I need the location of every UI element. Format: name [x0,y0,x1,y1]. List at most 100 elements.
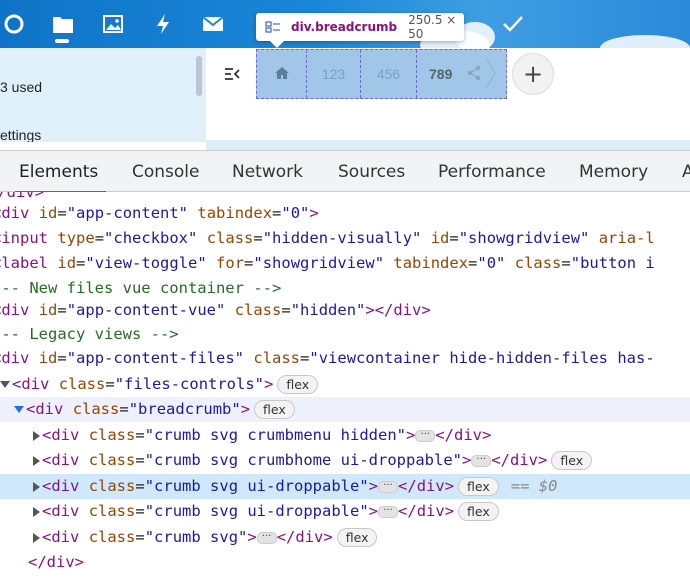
tag-open: < [42,477,52,495]
folder-icon[interactable] [51,12,75,36]
tag-name: div [51,502,80,520]
attr-eq: = [135,502,145,520]
tag-end: > [482,426,492,444]
crumb-home[interactable] [257,50,307,98]
menu-toggle-icon[interactable] [224,66,240,82]
dom-node[interactable]: <div id="app-content-vue" class="hidden"… [0,298,431,323]
attr-eq: = [468,254,478,272]
attr-name: id [430,229,450,247]
dom-node-files-controls[interactable]: <div class="files-controls"> flex [0,372,319,397]
collapsed-children-icon[interactable]: ··· [471,454,492,467]
flex-badge[interactable]: flex [254,400,295,419]
tab-console[interactable]: Console [132,151,200,192]
attr-value: "button i [570,254,655,272]
dom-node[interactable]: <label id="view-toggle" for="showgridvie… [0,251,655,276]
dom-node-breadcrumb[interactable]: <div class="breadcrumb"> flex [0,397,690,422]
attr-value: "crumb svg" [144,528,248,546]
tab-sources[interactable]: Sources [338,151,405,192]
chevron-right-icon [486,58,497,91]
attr-eq: = [135,528,145,546]
settings-link[interactable]: ettings [0,127,41,142]
flex-badge[interactable]: flex [458,477,499,496]
circle-logo-icon[interactable] [2,12,26,36]
tag-close: </ [435,426,455,444]
attr-name: class [234,301,282,319]
dom-node[interactable]: <div id="app-content" tabindex="0"> [0,201,319,226]
tab-elements[interactable]: Elements [14,151,107,193]
attr-eq: = [272,204,282,222]
crumb-current[interactable]: 789 [417,50,506,98]
inspect-tooltip: div.breadcrumb 250.5 × 50 [256,13,464,48]
dom-node[interactable]: <input type="checkbox" class="hidden-vis… [0,226,655,251]
attr-value: "app-content-vue" [66,301,226,319]
attr-name: aria-l [598,229,655,247]
expand-triangle-icon[interactable] [33,455,40,466]
sidebar-scrollbar[interactable] [196,56,202,96]
attr-eq: = [135,451,145,469]
check-icon[interactable] [501,12,525,36]
dom-node-crumb[interactable]: <div class="crumb svg crumbmenu hidden">… [33,423,491,448]
tag-end: > [264,375,274,393]
share-icon[interactable] [466,65,482,84]
expand-triangle-icon[interactable] [33,481,40,492]
tag-space [197,229,206,247]
attr-name: for [216,254,245,272]
flex-badge[interactable]: flex [336,528,378,547]
active-app-indicator [55,39,69,43]
tag-open: < [42,451,52,469]
tag-name: div [295,528,324,546]
crumb-current-label: 789 [429,66,453,82]
mail-icon[interactable] [201,12,225,36]
activity-icon[interactable] [151,12,175,36]
collapsed-children-icon[interactable]: ··· [256,531,277,544]
dom-node-crumb[interactable]: <div class="crumb svg ui-droppable"> ··· <… [33,499,499,524]
tag-space [79,451,88,469]
tag-name: div [1,349,30,367]
tag-space [48,229,57,247]
collapse-triangle-icon[interactable] [0,381,10,388]
tag-space [384,254,393,272]
tag-end: > [247,528,257,546]
flex-badge[interactable]: flex [277,375,319,394]
tag-space [589,229,598,247]
attr-name: type [57,229,95,247]
dom-node-crumb[interactable]: <div class="crumb svg crumbhome ui-dropp… [33,448,593,473]
dom-node-crumb[interactable]: <div class="crumb svg"> ··· </div> flex [33,525,378,550]
attr-value: "checkbox" [104,229,198,247]
dom-node[interactable]: <div id="app-content-files" class="viewc… [0,346,655,371]
tag-space [244,349,253,367]
dom-comment[interactable]: !-- Legacy views --> [0,322,179,347]
collapsed-children-icon[interactable]: ··· [415,429,436,442]
tab-overflow[interactable]: A [682,151,690,192]
attr-eq: = [57,301,67,319]
tag-name: input [1,229,49,247]
tab-memory[interactable]: Memory [579,151,648,192]
dom-node-crumb-selected[interactable]: <div class="crumb svg ui-droppable"> ··· <… [0,474,690,499]
tag-name: div [35,400,64,418]
expand-triangle-icon[interactable] [33,430,40,441]
dom-node[interactable]: </div> [28,550,84,575]
tag-name: div [21,375,50,393]
tag-space [79,426,88,444]
crumb-folder[interactable]: 456 [361,50,417,98]
photos-icon[interactable] [101,12,125,36]
attr-eq: = [244,254,254,272]
attr-name: id [38,349,58,367]
add-button[interactable]: + [512,53,554,95]
attr-value: "hidden" [290,301,366,319]
collapsed-children-icon[interactable]: ··· [378,505,399,518]
attr-value: "showgridview" [458,229,590,247]
collapse-triangle-icon[interactable] [14,406,24,413]
content-divider [206,140,690,150]
tag-space [29,349,38,367]
expand-triangle-icon[interactable] [33,506,40,517]
attr-name: class [58,375,106,393]
expand-triangle-icon[interactable] [33,532,40,543]
crumb-folder[interactable]: 123 [307,50,361,98]
flex-badge[interactable]: flex [458,502,499,521]
attr-value: "files-controls" [114,375,265,393]
collapsed-children-icon[interactable]: ··· [378,480,399,493]
tab-performance[interactable]: Performance [438,151,546,192]
tab-network[interactable]: Network [232,151,303,192]
flex-badge[interactable]: flex [551,451,593,470]
